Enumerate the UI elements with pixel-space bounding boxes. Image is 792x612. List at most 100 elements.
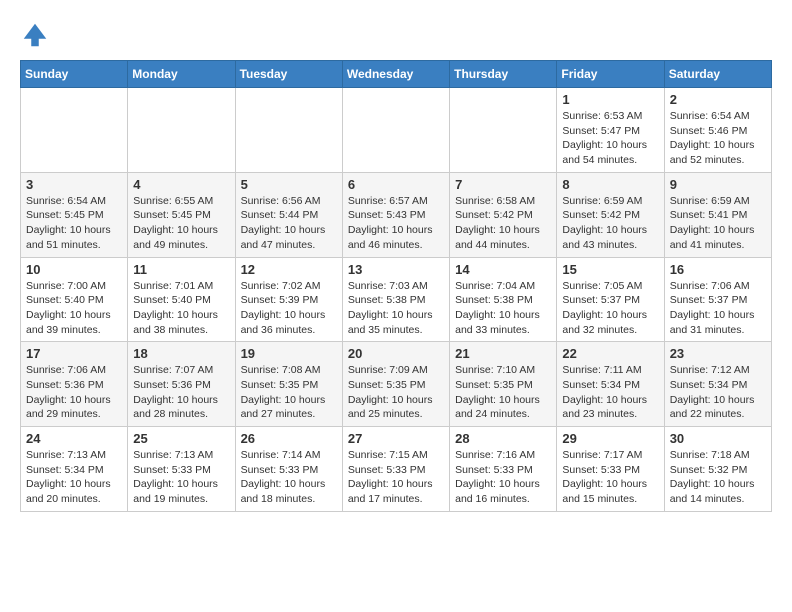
- day-header-thursday: Thursday: [450, 61, 557, 88]
- day-info: Sunrise: 7:00 AMSunset: 5:40 PMDaylight:…: [26, 279, 122, 338]
- week-row-2: 3 Sunrise: 6:54 AMSunset: 5:45 PMDaylight…: [21, 172, 772, 257]
- day-info: Sunrise: 7:09 AMSunset: 5:35 PMDaylight:…: [348, 363, 444, 422]
- day-info: Sunrise: 6:57 AMSunset: 5:43 PMDaylight:…: [348, 194, 444, 253]
- day-number: 22: [562, 346, 658, 361]
- day-info: Sunrise: 7:05 AMSunset: 5:37 PMDaylight:…: [562, 279, 658, 338]
- day-number: 12: [241, 262, 337, 277]
- day-info: Sunrise: 6:59 AMSunset: 5:42 PMDaylight:…: [562, 194, 658, 253]
- day-info: Sunrise: 6:56 AMSunset: 5:44 PMDaylight:…: [241, 194, 337, 253]
- calendar-table: SundayMondayTuesdayWednesdayThursdayFrid…: [20, 60, 772, 512]
- day-number: 17: [26, 346, 122, 361]
- calendar-cell: [128, 88, 235, 173]
- calendar-cell: 28 Sunrise: 7:16 AMSunset: 5:33 PMDayligh…: [450, 427, 557, 512]
- day-number: 24: [26, 431, 122, 446]
- logo-icon: [20, 20, 50, 50]
- calendar-cell: 17 Sunrise: 7:06 AMSunset: 5:36 PMDayligh…: [21, 342, 128, 427]
- day-info: Sunrise: 7:10 AMSunset: 5:35 PMDaylight:…: [455, 363, 551, 422]
- day-info: Sunrise: 7:14 AMSunset: 5:33 PMDaylight:…: [241, 448, 337, 507]
- calendar-cell: 27 Sunrise: 7:15 AMSunset: 5:33 PMDayligh…: [342, 427, 449, 512]
- day-number: 7: [455, 177, 551, 192]
- day-info: Sunrise: 7:13 AMSunset: 5:34 PMDaylight:…: [26, 448, 122, 507]
- day-number: 6: [348, 177, 444, 192]
- day-info: Sunrise: 7:17 AMSunset: 5:33 PMDaylight:…: [562, 448, 658, 507]
- calendar-cell: 2Sunrise: 6:54 AMSunset: 5:46 PMDaylight…: [664, 88, 771, 173]
- day-info: Sunrise: 6:55 AMSunset: 5:45 PMDaylight:…: [133, 194, 229, 253]
- day-number: 28: [455, 431, 551, 446]
- calendar-cell: 14 Sunrise: 7:04 AMSunset: 5:38 PMDayligh…: [450, 257, 557, 342]
- week-row-5: 24 Sunrise: 7:13 AMSunset: 5:34 PMDayligh…: [21, 427, 772, 512]
- day-info: Sunrise: 6:58 AMSunset: 5:42 PMDaylight:…: [455, 194, 551, 253]
- day-number: 30: [670, 431, 766, 446]
- calendar-cell: [235, 88, 342, 173]
- calendar-cell: 9Sunrise: 6:59 AMSunset: 5:41 PMDaylight…: [664, 172, 771, 257]
- calendar-cell: 25 Sunrise: 7:13 AMSunset: 5:33 PMDayligh…: [128, 427, 235, 512]
- day-info: Sunrise: 6:53 AMSunset: 5:47 PMDaylight:…: [562, 109, 658, 168]
- day-header-sunday: Sunday: [21, 61, 128, 88]
- day-number: 16: [670, 262, 766, 277]
- day-number: 20: [348, 346, 444, 361]
- calendar-cell: 13Sunrise: 7:03 AMSunset: 5:38 PMDayligh…: [342, 257, 449, 342]
- calendar-cell: [21, 88, 128, 173]
- calendar-cell: 10 Sunrise: 7:00 AMSunset: 5:40 PMDayligh…: [21, 257, 128, 342]
- calendar-cell: 24 Sunrise: 7:13 AMSunset: 5:34 PMDayligh…: [21, 427, 128, 512]
- calendar-cell: 23 Sunrise: 7:12 AMSunset: 5:34 PMDayligh…: [664, 342, 771, 427]
- day-header-tuesday: Tuesday: [235, 61, 342, 88]
- calendar-cell: 29 Sunrise: 7:17 AMSunset: 5:33 PMDayligh…: [557, 427, 664, 512]
- day-header-saturday: Saturday: [664, 61, 771, 88]
- day-info: Sunrise: 7:06 AMSunset: 5:37 PMDaylight:…: [670, 279, 766, 338]
- calendar-cell: 8 Sunrise: 6:59 AMSunset: 5:42 PMDaylight…: [557, 172, 664, 257]
- calendar-cell: 15 Sunrise: 7:05 AMSunset: 5:37 PMDayligh…: [557, 257, 664, 342]
- calendar-cell: 26 Sunrise: 7:14 AMSunset: 5:33 PMDayligh…: [235, 427, 342, 512]
- day-number: 10: [26, 262, 122, 277]
- day-header-monday: Monday: [128, 61, 235, 88]
- day-number: 23: [670, 346, 766, 361]
- week-row-3: 10 Sunrise: 7:00 AMSunset: 5:40 PMDayligh…: [21, 257, 772, 342]
- calendar-cell: 5Sunrise: 6:56 AMSunset: 5:44 PMDaylight…: [235, 172, 342, 257]
- day-info: Sunrise: 6:59 AMSunset: 5:41 PMDaylight:…: [670, 194, 766, 253]
- day-number: 25: [133, 431, 229, 446]
- calendar-cell: [450, 88, 557, 173]
- calendar-cell: 4Sunrise: 6:55 AMSunset: 5:45 PMDaylight…: [128, 172, 235, 257]
- day-number: 26: [241, 431, 337, 446]
- logo: [20, 20, 54, 50]
- calendar-cell: 3 Sunrise: 6:54 AMSunset: 5:45 PMDaylight…: [21, 172, 128, 257]
- day-info: Sunrise: 7:02 AMSunset: 5:39 PMDaylight:…: [241, 279, 337, 338]
- day-info: Sunrise: 6:54 AMSunset: 5:46 PMDaylight:…: [670, 109, 766, 168]
- page-header: [20, 20, 772, 50]
- day-header-friday: Friday: [557, 61, 664, 88]
- day-info: Sunrise: 7:16 AMSunset: 5:33 PMDaylight:…: [455, 448, 551, 507]
- week-row-1: 1 Sunrise: 6:53 AMSunset: 5:47 PMDaylight…: [21, 88, 772, 173]
- calendar-cell: 1 Sunrise: 6:53 AMSunset: 5:47 PMDaylight…: [557, 88, 664, 173]
- calendar-cell: 11 Sunrise: 7:01 AMSunset: 5:40 PMDayligh…: [128, 257, 235, 342]
- day-number: 3: [26, 177, 122, 192]
- day-info: Sunrise: 7:07 AMSunset: 5:36 PMDaylight:…: [133, 363, 229, 422]
- day-number: 11: [133, 262, 229, 277]
- day-header-wednesday: Wednesday: [342, 61, 449, 88]
- day-number: 13: [348, 262, 444, 277]
- calendar-cell: 16 Sunrise: 7:06 AMSunset: 5:37 PMDayligh…: [664, 257, 771, 342]
- day-info: Sunrise: 7:13 AMSunset: 5:33 PMDaylight:…: [133, 448, 229, 507]
- day-info: Sunrise: 7:01 AMSunset: 5:40 PMDaylight:…: [133, 279, 229, 338]
- calendar-cell: 18 Sunrise: 7:07 AMSunset: 5:36 PMDayligh…: [128, 342, 235, 427]
- day-number: 29: [562, 431, 658, 446]
- day-number: 14: [455, 262, 551, 277]
- day-number: 27: [348, 431, 444, 446]
- day-info: Sunrise: 7:15 AMSunset: 5:33 PMDaylight:…: [348, 448, 444, 507]
- calendar-cell: [342, 88, 449, 173]
- calendar-cell: 19Sunrise: 7:08 AMSunset: 5:35 PMDayligh…: [235, 342, 342, 427]
- week-row-4: 17 Sunrise: 7:06 AMSunset: 5:36 PMDayligh…: [21, 342, 772, 427]
- day-number: 15: [562, 262, 658, 277]
- calendar-cell: 30Sunrise: 7:18 AMSunset: 5:32 PMDayligh…: [664, 427, 771, 512]
- day-info: Sunrise: 7:04 AMSunset: 5:38 PMDaylight:…: [455, 279, 551, 338]
- day-info: Sunrise: 7:12 AMSunset: 5:34 PMDaylight:…: [670, 363, 766, 422]
- day-number: 19: [241, 346, 337, 361]
- calendar-cell: 6 Sunrise: 6:57 AMSunset: 5:43 PMDaylight…: [342, 172, 449, 257]
- day-number: 1: [562, 92, 658, 107]
- day-info: Sunrise: 7:06 AMSunset: 5:36 PMDaylight:…: [26, 363, 122, 422]
- calendar-cell: 7 Sunrise: 6:58 AMSunset: 5:42 PMDaylight…: [450, 172, 557, 257]
- calendar-cell: 20 Sunrise: 7:09 AMSunset: 5:35 PMDayligh…: [342, 342, 449, 427]
- day-number: 18: [133, 346, 229, 361]
- day-number: 8: [562, 177, 658, 192]
- day-info: Sunrise: 6:54 AMSunset: 5:45 PMDaylight:…: [26, 194, 122, 253]
- calendar-cell: 22Sunrise: 7:11 AMSunset: 5:34 PMDayligh…: [557, 342, 664, 427]
